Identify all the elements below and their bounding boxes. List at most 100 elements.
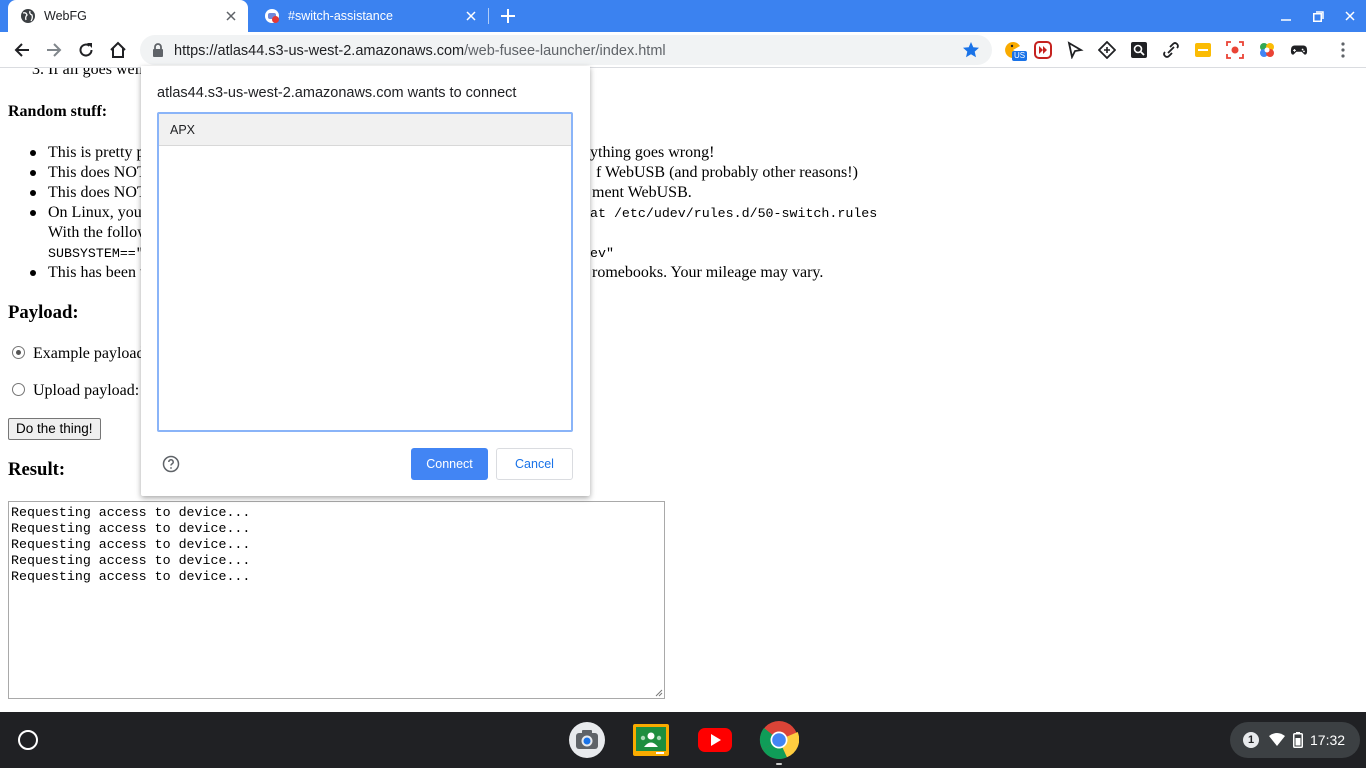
list-item-text: This is pretty p [48,144,145,161]
reload-icon [79,43,93,57]
launcher-button[interactable] [18,730,38,750]
tab-separator [488,8,489,24]
new-tab-button[interactable] [498,6,518,26]
extension-screenshot[interactable] [1226,41,1244,59]
tab-switch-assistance[interactable]: #switch-assistance [252,0,488,32]
example-payload-radio[interactable] [12,346,25,359]
browser-toolbar: https://atlas44.s3-us-west-2.amazonaws.c… [0,32,1366,68]
usb-device-chooser-dialog: atlas44.s3-us-west-2.amazonaws.com wants… [141,66,590,496]
lock-icon[interactable] [150,42,166,58]
home-icon [110,41,126,58]
list-item-text: ything goes wrong! [590,144,715,161]
dialog-title: atlas44.s3-us-west-2.amazonaws.com wants… [157,85,517,101]
classroom-app[interactable] [631,720,671,760]
notification-counter[interactable]: 1 [1243,732,1259,748]
camera-app[interactable] [567,720,607,760]
extension-link[interactable] [1162,41,1180,59]
tab-title: WebFG [44,9,87,23]
close-icon[interactable] [222,7,240,25]
do-the-thing-button[interactable]: Do the thing! [8,418,101,440]
youtube-icon [698,728,732,752]
globe-icon [21,9,35,23]
upload-payload-radio[interactable] [12,383,25,396]
restore-icon [1312,10,1324,22]
tab-title: #switch-assistance [288,9,393,23]
close-window-button[interactable] [1334,0,1366,32]
extension-badge: US [1012,51,1028,61]
device-list[interactable]: APX [157,112,573,432]
url-host: https://atlas44.s3-us-west-2.amazonaws.c… [174,43,465,59]
address-bar[interactable]: https://atlas44.s3-us-west-2.amazonaws.c… [140,35,992,65]
udev-rule-text: ev" [590,246,614,261]
list-item-text: This has been t [48,264,145,281]
result-log: Requesting access to device... Requestin… [11,505,251,584]
url-path: /web-fusee-launcher/index.html [464,43,666,59]
random-stuff-heading: Random stuff: [8,103,108,120]
extension-search[interactable] [1130,41,1148,59]
clock[interactable]: 17:32 [1310,732,1345,748]
url-text: https://atlas44.s3-us-west-2.amazonaws.c… [174,43,666,59]
cursor-icon [1067,41,1084,59]
wifi-icon [1269,733,1285,746]
youtube-app[interactable] [695,720,735,760]
arrow-right-icon [47,43,62,57]
capture-icon [1226,41,1244,59]
tab-webfg[interactable]: WebFG [8,0,248,32]
minimize-button[interactable] [1270,0,1302,32]
extension-vpn[interactable]: US [1004,41,1028,61]
pinwheel-icon [1260,43,1274,57]
list-item-text: With the follow [48,224,149,241]
plus-icon [501,9,515,23]
chrome-app[interactable] [759,720,799,760]
device-item-apx[interactable]: APX [159,114,571,146]
tab-strip: WebFG #switch-assistance [0,0,1366,32]
battery-icon [1293,732,1303,748]
upload-payload-label[interactable]: Upload payload: [33,382,139,400]
yellow-box-icon [1195,43,1211,57]
extension-yellow[interactable] [1194,41,1212,59]
chrome-icon [759,721,799,759]
camera-icon [569,722,605,758]
status-tray[interactable]: 1 17:32 [1230,722,1360,758]
extension-colorful[interactable] [1258,41,1276,59]
window-controls [1270,0,1366,32]
payload-heading: Payload: [8,302,79,323]
device-name: APX [170,123,196,137]
connect-button[interactable]: Connect [411,448,488,480]
fast-forward-icon [1034,41,1052,59]
help-icon[interactable] [162,455,180,473]
list-item-text: ment WebUSB. [592,184,692,201]
star-icon[interactable] [962,41,980,59]
reload-button[interactable] [75,39,97,61]
home-button[interactable] [107,39,129,61]
back-button[interactable] [11,39,33,61]
system-shelf: 1 17:32 [0,712,1366,768]
minimize-icon [1281,19,1291,21]
close-icon[interactable] [462,7,480,25]
link-icon [1163,42,1179,58]
search-icon [1131,42,1147,58]
diamond-icon [1098,41,1116,59]
list-item-text: romebooks. Your mileage may vary. [592,264,824,281]
extension-cursor[interactable] [1066,41,1084,59]
arrow-left-icon [14,43,29,57]
result-textarea[interactable]: Requesting access to device... Requestin… [8,501,665,699]
resize-handle-icon[interactable] [655,689,663,697]
list-bullet [30,210,36,216]
extension-red[interactable] [1034,41,1052,59]
running-indicator [776,763,782,765]
extension-gamepad[interactable] [1290,41,1308,59]
list-bullet [30,270,36,276]
list-item-text: This does NOT [48,164,147,181]
menu-button[interactable] [1334,41,1352,59]
cancel-button[interactable]: Cancel [496,448,573,480]
forward-button[interactable] [43,39,65,61]
example-payload-label[interactable]: Example payload [33,345,145,363]
restore-button[interactable] [1302,0,1334,32]
close-icon [1345,11,1355,21]
list-bullet [30,150,36,156]
udev-path-text: at /etc/udev/rules.d/50-switch.rules [590,206,878,221]
extension-diamond[interactable] [1098,41,1116,59]
list-item-text: This does NOT [48,184,147,201]
list-item-text: f WebUSB (and probably other reasons!) [596,164,858,181]
